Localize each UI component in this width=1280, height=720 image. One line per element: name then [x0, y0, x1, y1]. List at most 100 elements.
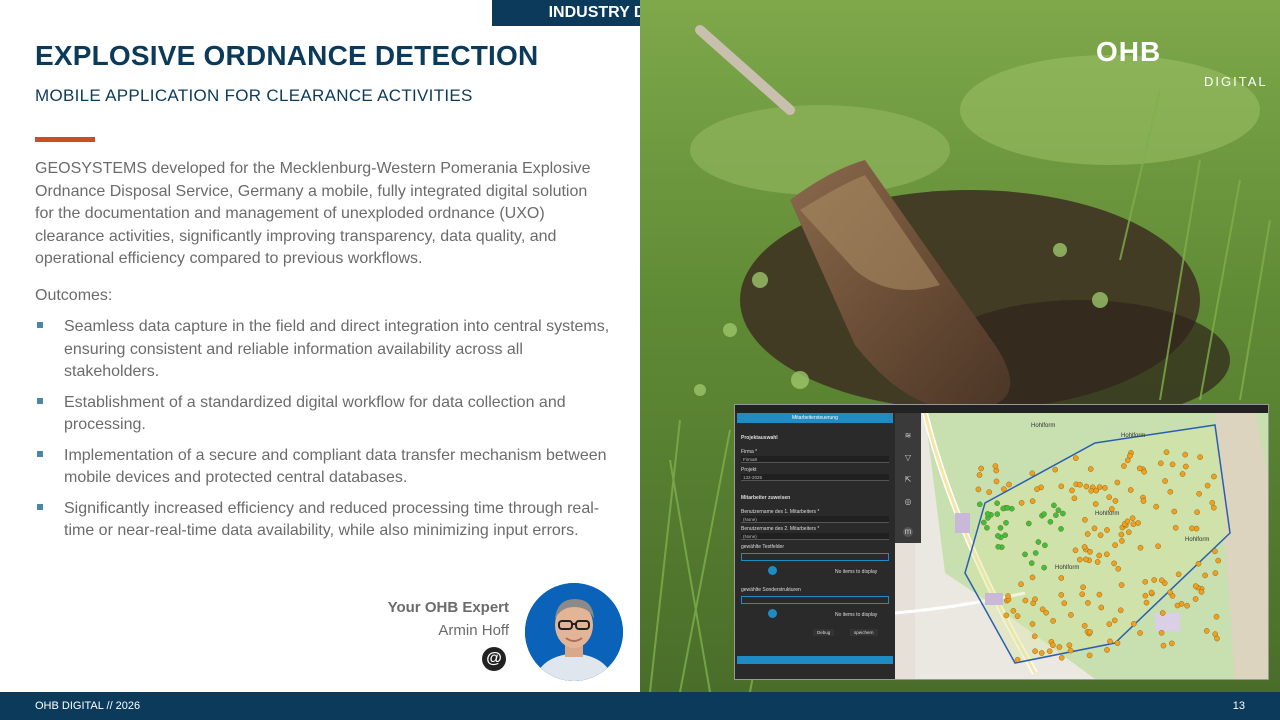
map-marker[interactable] — [1096, 591, 1103, 598]
map-marker[interactable] — [1050, 642, 1056, 648]
map-marker[interactable] — [1029, 574, 1036, 581]
map-marker[interactable] — [1067, 647, 1074, 654]
map-marker[interactable] — [1086, 652, 1093, 659]
map-marker[interactable] — [1151, 577, 1158, 583]
map-marker[interactable] — [1060, 510, 1066, 517]
map-marker[interactable] — [1212, 548, 1218, 555]
map-marker[interactable] — [1211, 473, 1217, 480]
map-marker[interactable] — [1158, 629, 1165, 636]
map-marker[interactable] — [1053, 512, 1059, 518]
map-marker[interactable] — [1140, 498, 1147, 504]
map-marker[interactable] — [1080, 584, 1086, 590]
map-marker[interactable] — [1081, 544, 1088, 550]
map-marker[interactable] — [1155, 543, 1161, 549]
map-marker[interactable] — [1082, 556, 1089, 563]
map-marker[interactable] — [1032, 550, 1039, 556]
map-marker[interactable] — [1135, 520, 1141, 526]
map-marker[interactable] — [1051, 502, 1057, 509]
map-marker[interactable] — [1061, 600, 1068, 606]
map-marker[interactable] — [1058, 654, 1065, 661]
map-marker[interactable] — [1106, 494, 1112, 500]
map-marker[interactable] — [1174, 602, 1181, 609]
map-marker[interactable] — [1198, 589, 1205, 595]
map-marker[interactable] — [1029, 470, 1036, 477]
map-marker[interactable] — [1167, 489, 1174, 495]
map-marker[interactable] — [1184, 602, 1190, 609]
map-marker[interactable] — [1093, 487, 1099, 494]
map-marker[interactable] — [1046, 648, 1053, 654]
map-marker[interactable] — [1203, 628, 1210, 634]
map-marker[interactable] — [1018, 500, 1025, 506]
map-marker[interactable] — [1168, 640, 1175, 647]
map-marker[interactable] — [1032, 648, 1038, 654]
map-marker[interactable] — [1189, 525, 1195, 532]
map-marker[interactable] — [1028, 560, 1035, 566]
map-marker[interactable] — [1179, 471, 1186, 477]
map-marker[interactable] — [1081, 622, 1088, 629]
project-select[interactable]: 132-2025 — [741, 474, 889, 481]
pager-current-button[interactable] — [768, 566, 777, 575]
map-marker[interactable] — [1069, 487, 1075, 494]
map-marker[interactable] — [1103, 551, 1110, 558]
map-marker[interactable] — [1052, 466, 1058, 473]
locate-icon[interactable]: ◎ — [903, 497, 913, 507]
map-marker[interactable] — [1160, 642, 1167, 649]
email-icon[interactable]: @ — [482, 647, 506, 671]
map-marker[interactable] — [1142, 592, 1149, 599]
map-marker[interactable] — [1042, 542, 1048, 549]
map-marker[interactable] — [1001, 486, 1007, 492]
map-marker[interactable] — [1077, 481, 1083, 488]
export-icon[interactable]: ⇱ — [903, 475, 913, 485]
map-marker[interactable] — [995, 533, 1001, 539]
map-marker[interactable] — [1072, 455, 1079, 461]
save-button[interactable]: speichern — [850, 629, 878, 636]
map-marker[interactable] — [1121, 463, 1127, 469]
map-marker[interactable] — [1076, 556, 1083, 563]
map-marker[interactable] — [1192, 583, 1199, 589]
map-marker[interactable] — [994, 500, 1000, 506]
map-marker[interactable] — [1097, 532, 1104, 538]
map-marker[interactable] — [1014, 656, 1021, 663]
map-marker[interactable] — [997, 525, 1004, 531]
user1-select[interactable]: (None) — [741, 516, 889, 523]
map-marker[interactable] — [1212, 570, 1219, 576]
map-marker[interactable] — [1111, 560, 1117, 567]
map-marker[interactable] — [1041, 564, 1047, 571]
map-marker[interactable] — [1094, 559, 1101, 565]
map-marker[interactable] — [1175, 571, 1182, 578]
map-marker[interactable] — [1112, 542, 1118, 548]
map-marker[interactable] — [1031, 633, 1038, 640]
map-marker[interactable] — [1141, 469, 1147, 475]
map-marker[interactable] — [1182, 451, 1189, 458]
map-marker[interactable] — [1055, 507, 1062, 513]
map-marker[interactable] — [981, 519, 987, 526]
map-marker[interactable] — [1153, 503, 1160, 510]
map-marker[interactable] — [1214, 635, 1220, 642]
map-marker[interactable] — [1195, 560, 1202, 567]
map-marker[interactable] — [1108, 506, 1115, 512]
map-marker[interactable] — [975, 486, 982, 493]
map-marker[interactable] — [1079, 591, 1085, 597]
map-marker[interactable] — [986, 489, 992, 495]
map-marker[interactable] — [1082, 517, 1088, 523]
map-marker[interactable] — [984, 511, 991, 517]
map-marker[interactable] — [1127, 487, 1134, 493]
map-marker[interactable] — [1213, 613, 1220, 620]
map-marker[interactable] — [1118, 582, 1125, 588]
map-marker[interactable] — [994, 511, 1001, 517]
map-marker[interactable] — [1104, 527, 1110, 533]
pager-current-button[interactable] — [768, 609, 777, 618]
map-marker[interactable] — [1056, 644, 1063, 650]
map-marker[interactable] — [1130, 521, 1137, 527]
map-marker[interactable] — [1119, 538, 1125, 544]
map-marker[interactable] — [1215, 557, 1222, 564]
map-marker[interactable] — [1014, 613, 1021, 619]
map-marker[interactable] — [1202, 572, 1208, 579]
map-marker[interactable] — [1143, 599, 1150, 606]
map-marker[interactable] — [1058, 575, 1065, 581]
map-marker[interactable] — [1158, 577, 1165, 584]
map-marker[interactable] — [1114, 640, 1121, 646]
map-marker[interactable] — [1148, 589, 1155, 596]
map-marker[interactable] — [1005, 593, 1011, 599]
map-marker[interactable] — [1066, 642, 1073, 648]
